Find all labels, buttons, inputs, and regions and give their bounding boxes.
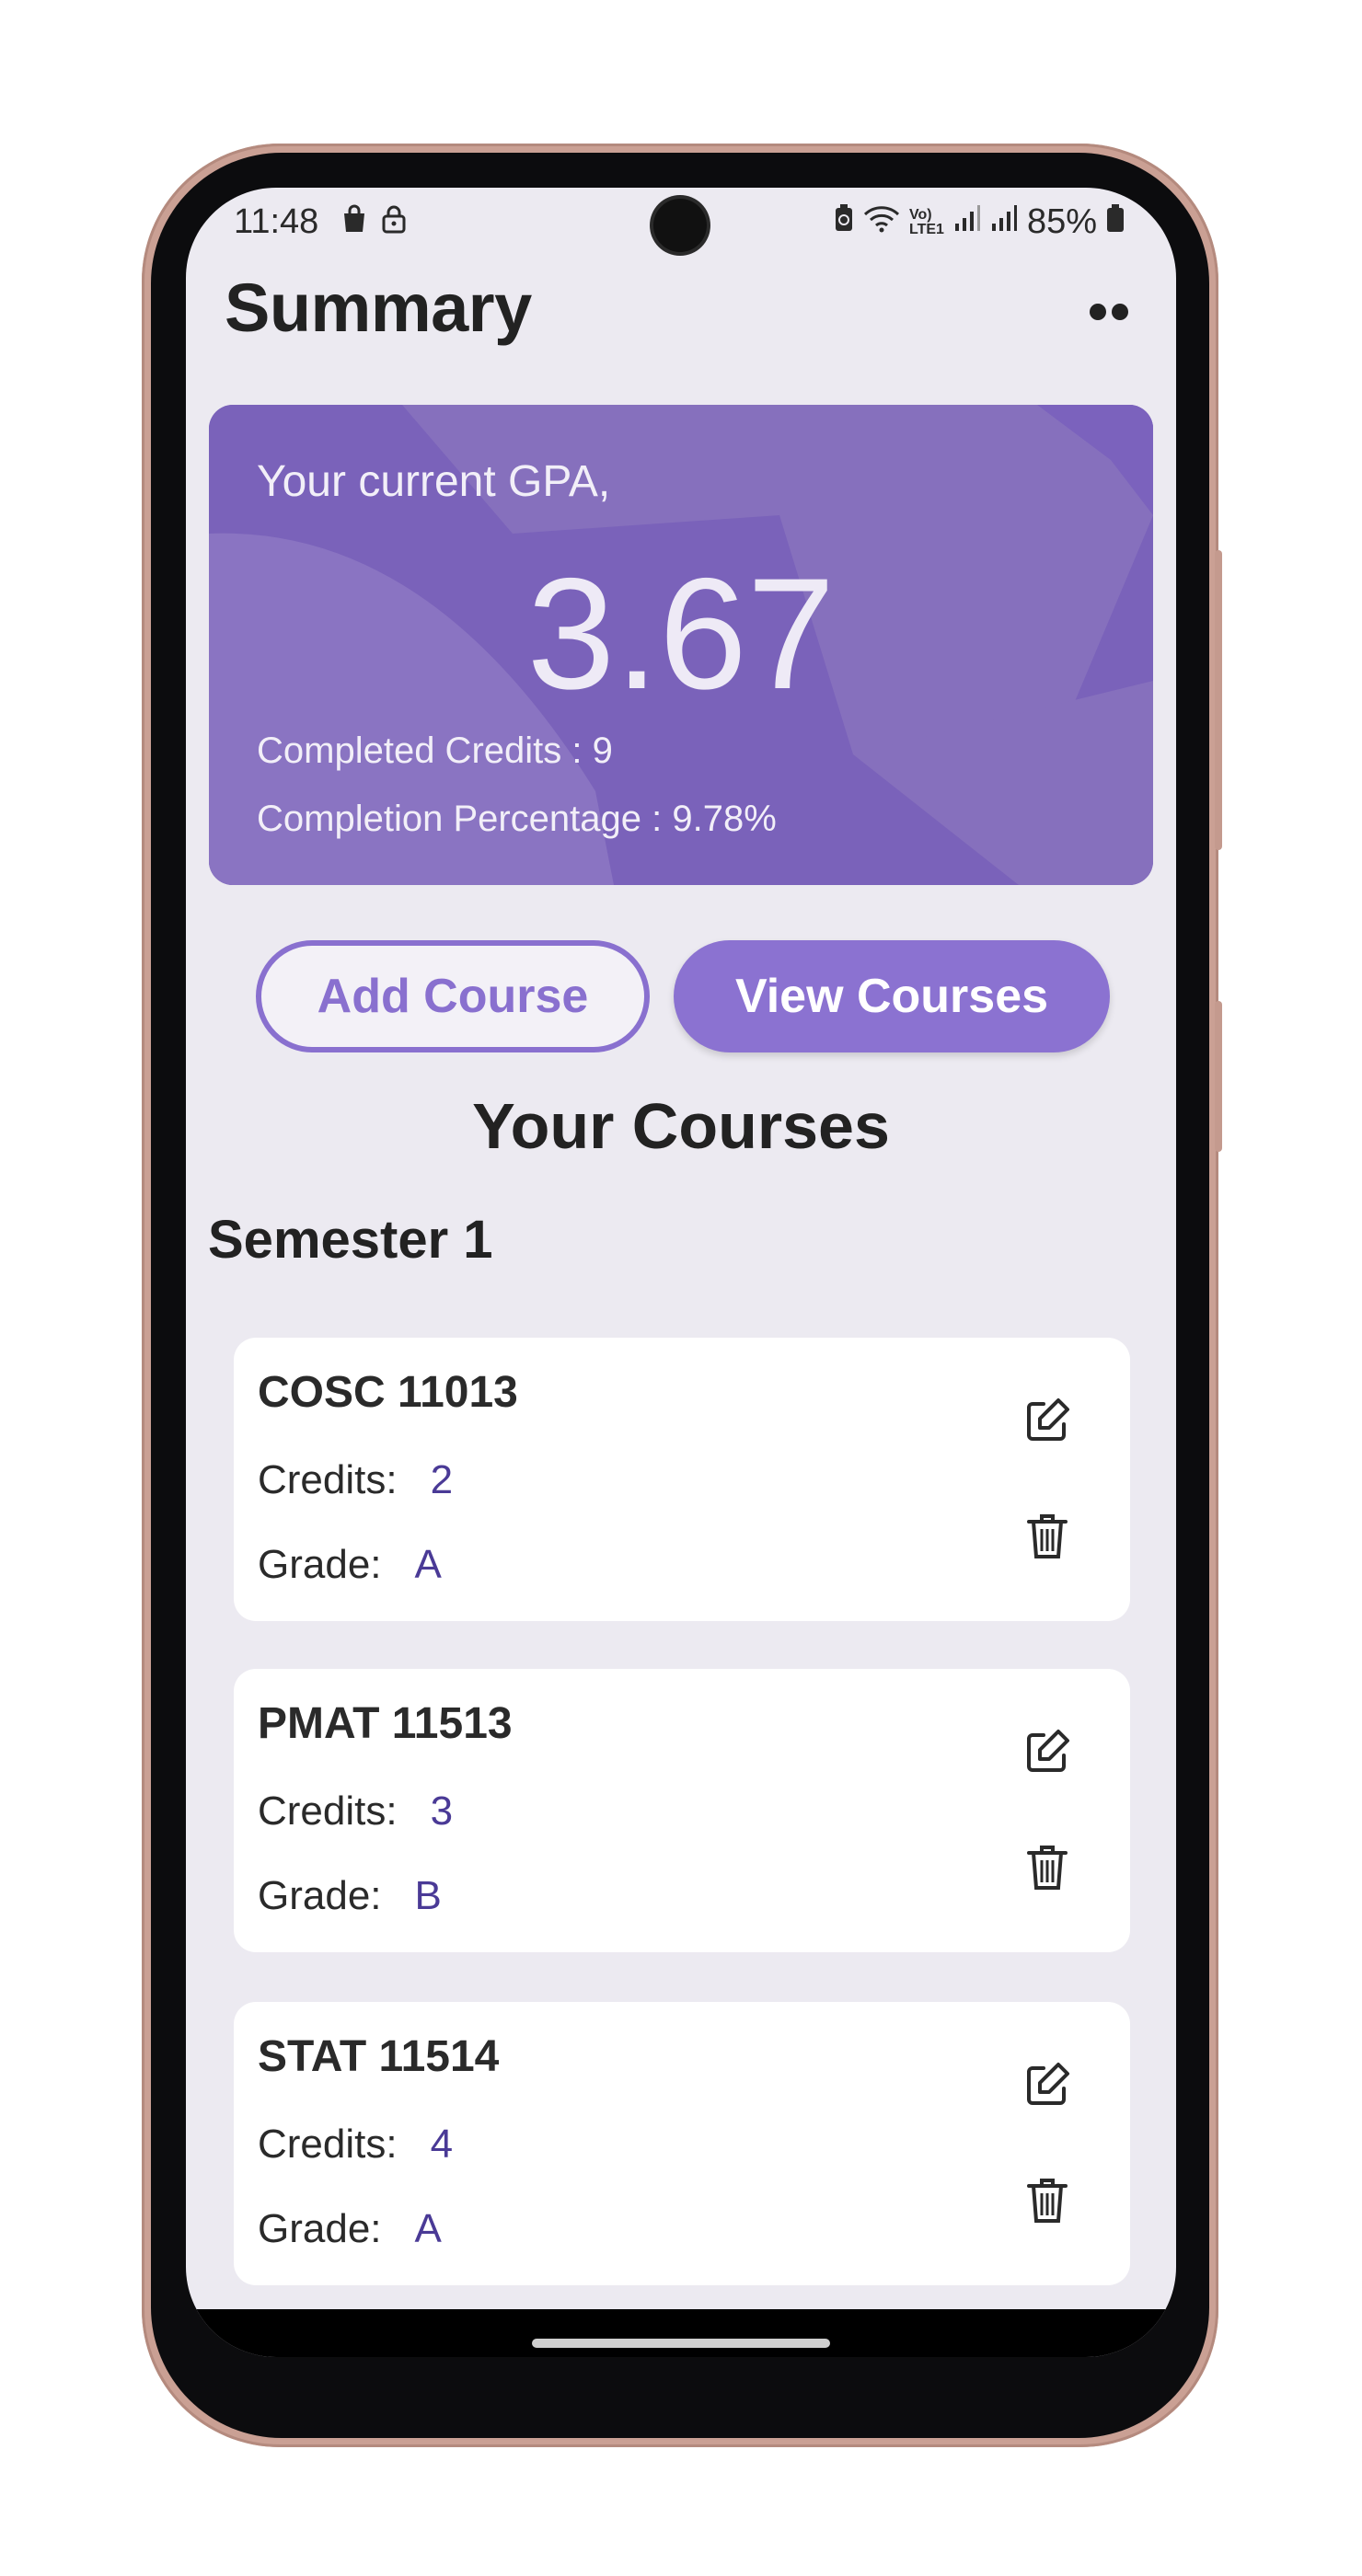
grade-value: B [414,1873,442,1918]
course-code: COSC 11013 [258,1368,518,1417]
grade-label: Grade: [258,2206,382,2251]
wifi-icon [863,202,900,242]
course-grade-row: Grade: A [258,1542,442,1588]
page-title: Summary [225,270,532,346]
status-time: 11:48 [234,202,319,241]
edit-icon[interactable] [1020,1724,1075,1779]
completion-percentage: Completion Percentage : 9.78% [257,799,777,839]
course-card: COSC 11013 Credits: 2 Grade: A [234,1338,1130,1621]
credits-value: 4 [430,2122,454,2167]
semester-title: Semester 1 [208,1210,493,1270]
overflow-menu-icon[interactable] [1086,298,1132,326]
course-card: STAT 11514 Credits: 4 Grade: A [234,2002,1130,2285]
grade-value: A [414,2206,442,2251]
trash-icon[interactable] [1020,1840,1075,1895]
gpa-label: Your current GPA, [257,457,611,506]
courses-heading: Your Courses [472,1090,890,1162]
shopping-bag-icon [340,204,368,242]
credits-label: Credits: [258,1457,398,1502]
lock-icon [381,204,407,242]
trash-icon[interactable] [1020,1509,1075,1564]
course-credits-row: Credits: 4 [258,2122,453,2168]
edit-icon[interactable] [1020,1393,1075,1448]
course-credits-row: Credits: 2 [258,1457,453,1503]
grade-label: Grade: [258,1873,382,1918]
credits-value: 2 [430,1457,454,1502]
grade-label: Grade: [258,1542,382,1587]
gpa-value: 3.67 [526,546,836,722]
battery-level: 85% [1026,202,1097,241]
power-button [1215,1001,1222,1152]
volte-icon: Vo) LTE1 [909,206,944,237]
view-courses-button[interactable]: View Courses [674,940,1110,1052]
battery-saver-icon [834,202,854,242]
completed-credits: Completed Credits : 9 [257,730,613,771]
credits-label: Credits: [258,2122,398,2167]
trash-icon[interactable] [1020,2173,1075,2228]
signal-icon [990,202,1018,242]
credits-label: Credits: [258,1788,398,1834]
grade-value: A [414,1542,442,1587]
course-code: STAT 11514 [258,2032,500,2081]
course-card: PMAT 11513 Credits: 3 Grade: B [234,1669,1130,1952]
edit-icon[interactable] [1020,2057,1075,2112]
volume-button [1215,550,1222,850]
course-credits-row: Credits: 3 [258,1788,453,1834]
gpa-summary-card: Your current GPA, 3.67 Completed Credits… [209,405,1153,885]
signal-icon [953,202,981,242]
battery-icon [1106,202,1125,242]
course-grade-row: Grade: A [258,2206,442,2252]
credits-value: 3 [430,1788,454,1834]
navigation-bar [186,2309,1176,2357]
status-bar: 11:48 Vo) LTE1 85% [186,188,1176,252]
add-course-button[interactable]: Add Course [256,940,650,1052]
course-grade-row: Grade: B [258,1873,442,1919]
home-gesture-handle[interactable] [532,2339,830,2348]
course-code: PMAT 11513 [258,1699,513,1748]
front-camera [653,199,707,252]
app-screen: 11:48 Vo) LTE1 85% Summary Your current … [186,188,1176,2357]
